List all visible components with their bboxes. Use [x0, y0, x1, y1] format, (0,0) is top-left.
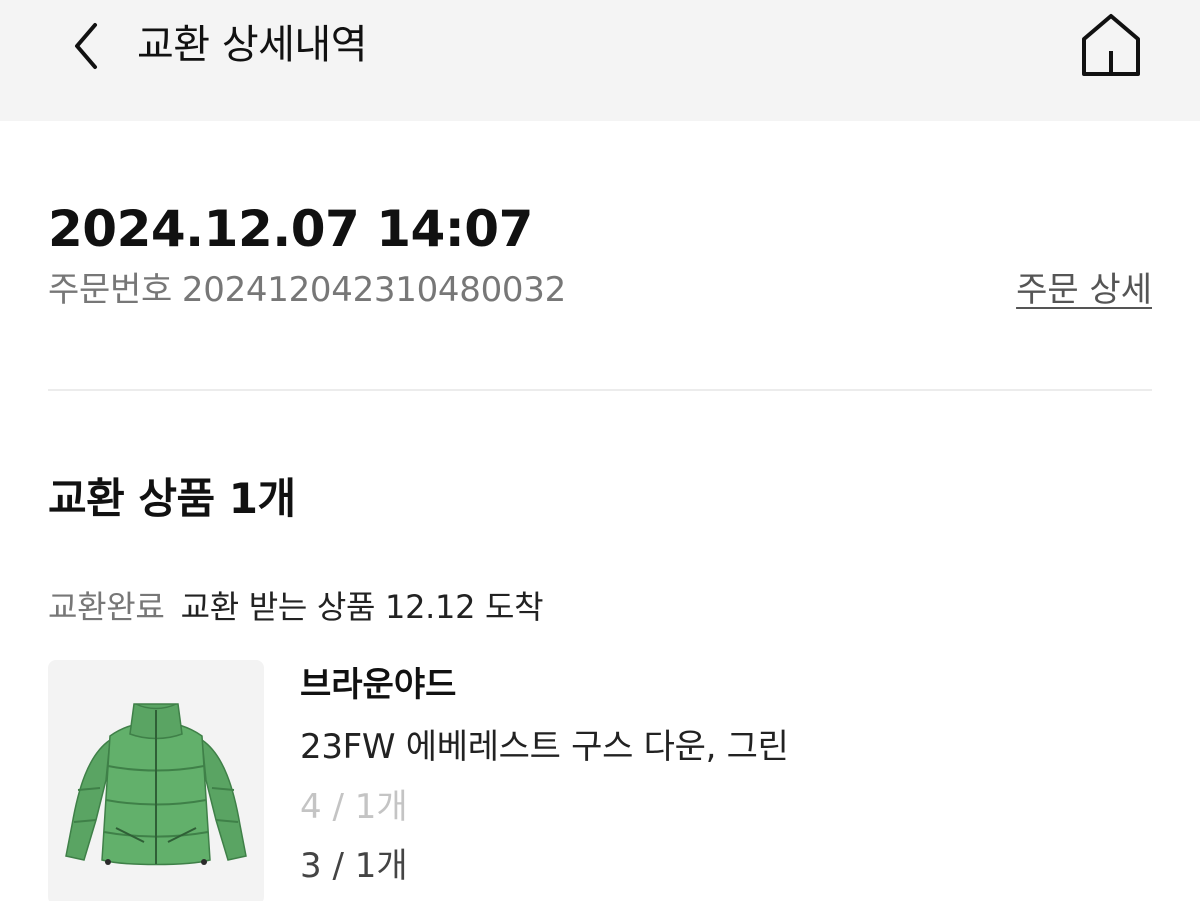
back-button[interactable]	[58, 16, 114, 76]
order-number-label: 주문번호	[48, 270, 172, 310]
page-title: 교환 상세내역	[137, 22, 368, 68]
brand-name: 브라운야드	[300, 665, 457, 705]
product-name: 23FW 에베레스트 구스 다운, 그린	[300, 727, 789, 767]
delivery-info: 교환 받는 상품 12.12 도착	[180, 588, 544, 626]
product-image[interactable]	[48, 660, 264, 901]
chevron-left-icon	[75, 23, 97, 69]
order-number: 202412042310480032	[181, 270, 566, 310]
order-number-row: 주문번호 202412042310480032	[48, 268, 566, 312]
exchange-detail-screen: 교환 상세내역 2024.12.07 14:07 주문번호 20241204231…	[0, 0, 1200, 901]
green-down-jacket-image	[65, 703, 247, 866]
status-badge: 교환완료	[48, 588, 165, 626]
home-button[interactable]	[1074, 8, 1148, 82]
order-datetime: 2024.12.07 14:07	[48, 200, 533, 258]
section-title: 교환 상품 1개	[48, 474, 296, 523]
home-icon	[1082, 14, 1140, 76]
previous-option: 4 / 1개	[300, 787, 408, 827]
new-option: 3 / 1개	[300, 846, 408, 886]
divider	[48, 389, 1152, 391]
top-app-bar: 교환 상세내역	[0, 0, 1200, 121]
order-detail-link[interactable]: 주문 상세	[1016, 268, 1152, 312]
exchange-status-row: 교환완료 교환 받는 상품 12.12 도착	[48, 584, 544, 630]
